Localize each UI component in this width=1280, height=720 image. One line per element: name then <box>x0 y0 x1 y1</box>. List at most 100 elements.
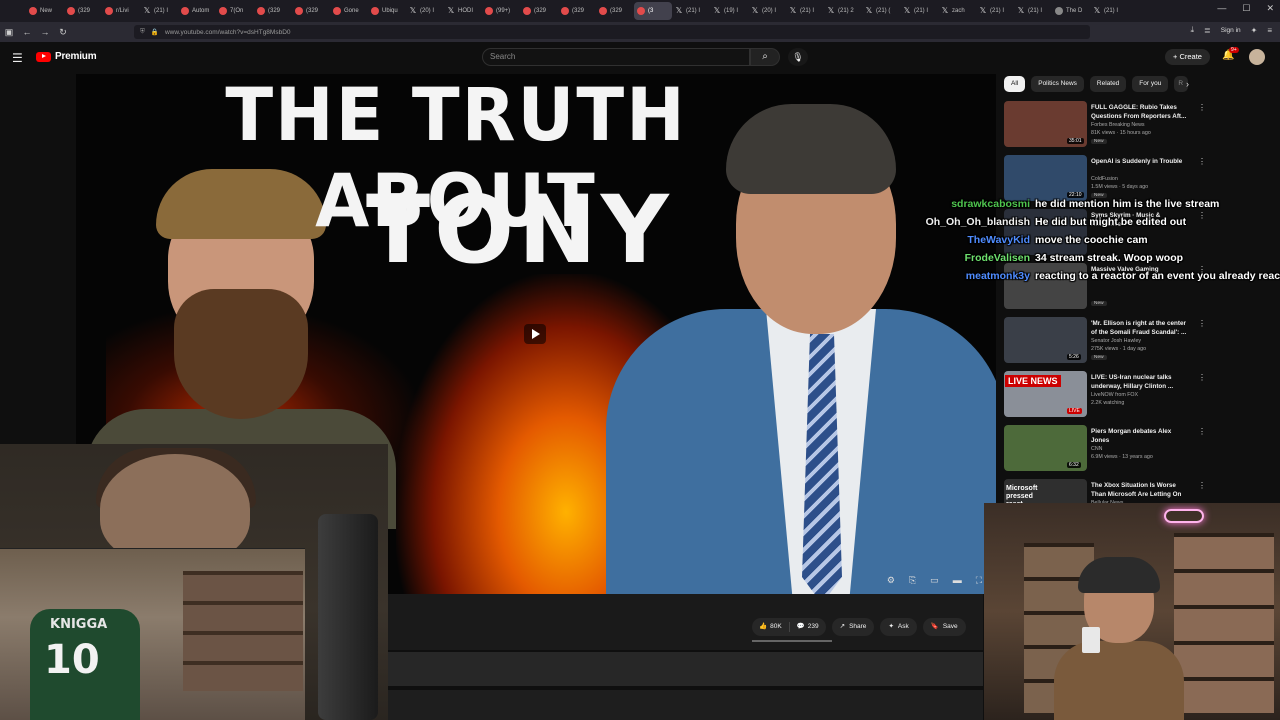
reddit-icon <box>29 7 37 15</box>
video-title[interactable]: Piers Morgan debates Alex Jones <box>1091 427 1191 445</box>
browser-tab[interactable]: 𝕏 (21) I <box>900 2 938 20</box>
video-title[interactable]: OpenAI is Suddenly in Trouble <box>1091 157 1191 166</box>
extension-icon[interactable]: ✦ <box>1251 26 1258 35</box>
more-options-icon[interactable]: ⋮ <box>1198 103 1206 112</box>
video-title[interactable]: FULL GAGGLE: Rubio Takes Questions From … <box>1091 103 1191 121</box>
close-window-icon[interactable]: ✕ <box>1266 3 1274 14</box>
create-button[interactable]: + Create <box>1165 49 1210 65</box>
browser-tab[interactable]: Ubiqu <box>368 2 406 20</box>
like-button[interactable]: 👍 80K <box>752 618 789 636</box>
more-options-icon[interactable]: ⋮ <box>1198 157 1206 166</box>
tab-label: 7(On <box>230 8 244 14</box>
recommendation-item[interactable]: 35:01 FULL GAGGLE: Rubio Takes Questions … <box>1004 100 1214 153</box>
browser-tab[interactable]: (329 <box>520 2 558 20</box>
more-options-icon[interactable]: ⋮ <box>1198 481 1206 490</box>
chip-politics-news[interactable]: Politics News <box>1031 76 1084 92</box>
menu-icon[interactable]: ≡ <box>1267 26 1272 35</box>
download-icon[interactable]: ⤓ <box>1191 25 1195 35</box>
more-options-icon[interactable]: ⋮ <box>1198 319 1206 328</box>
share-button[interactable]: ↗ Share <box>831 618 875 636</box>
browser-tab[interactable]: 𝕏 (20) I <box>406 2 444 20</box>
browser-tab[interactable]: Autom <box>178 2 216 20</box>
play-button-icon[interactable] <box>524 324 546 344</box>
browser-tab[interactable]: (3 <box>634 2 672 20</box>
browser-tab[interactable]: 𝕏 (21) ( <box>862 2 900 20</box>
browser-tab[interactable]: 𝕏 (19) I <box>710 2 748 20</box>
browser-tab[interactable]: The D <box>1052 2 1090 20</box>
miniplayer-icon[interactable]: ▭ <box>930 575 939 586</box>
tab-label: r/Livi <box>116 8 129 14</box>
theater-mode-icon[interactable]: ▬ <box>953 575 962 586</box>
chip-all[interactable]: All <box>1004 76 1026 92</box>
back-arrow-icon[interactable]: ← <box>18 27 36 37</box>
voice-search-button[interactable]: 🎙 <box>788 48 808 66</box>
sign-in-button[interactable]: Sign in <box>1221 27 1241 34</box>
comments-button[interactable]: 💬 239 <box>790 618 826 636</box>
comment-count: 239 <box>807 623 819 630</box>
browser-tab[interactable]: 𝕏 (21) I <box>786 2 824 20</box>
chevron-right-icon[interactable]: › <box>1186 79 1189 89</box>
chip-for-you[interactable]: For you <box>1132 76 1169 92</box>
channel-name[interactable]: Senator Josh Hawley <box>1091 338 1191 344</box>
comments-panel <box>388 690 983 720</box>
reload-icon[interactable]: ↻ <box>54 27 72 38</box>
forward-arrow-icon[interactable]: → <box>36 27 54 37</box>
minimize-icon[interactable]: — <box>1217 3 1226 14</box>
recommendation-item[interactable]: 6:32 Piers Morgan debates Alex Jones CNN 6.… <box>1004 424 1214 477</box>
browser-tab[interactable]: 7(On <box>216 2 254 20</box>
search-button[interactable]: ⌕ <box>750 48 780 66</box>
channel-name[interactable]: Forbes Breaking News <box>1091 122 1191 128</box>
tab-label: (21) ( <box>876 8 891 14</box>
fullscreen-icon[interactable]: ⛶ <box>976 575 982 586</box>
browser-tab[interactable]: 𝕏zach <box>938 2 976 20</box>
browser-tab[interactable]: r/Livi <box>102 2 140 20</box>
browser-tab[interactable]: 𝕏 (21) I <box>976 2 1014 20</box>
url-text: www.youtube.com/watch?v=dsHTg8MsbD0 <box>164 28 291 36</box>
video-title[interactable]: 'Mr. Ellison is right at the center of t… <box>1091 319 1191 337</box>
chip-related[interactable]: Related <box>1089 76 1127 92</box>
video-meta: 6.9M views · 13 years ago <box>1091 454 1153 460</box>
browser-tab[interactable]: (99+) <box>482 2 520 20</box>
browser-tab[interactable]: 𝕏 (21) 2 <box>824 2 862 20</box>
browser-tab[interactable]: New <box>26 2 64 20</box>
browser-tab[interactable]: 𝕏 (21) I <box>140 2 178 20</box>
ask-label: Ask <box>897 623 909 630</box>
browser-tab[interactable]: (329 <box>292 2 330 20</box>
recommendation-item[interactable]: 5:26 'Mr. Ellison is right at the center … <box>1004 316 1214 369</box>
browser-tab[interactable]: Gone <box>330 2 368 20</box>
settings-gear-icon[interactable]: ⚙ <box>887 575 895 586</box>
browser-tab[interactable]: 𝕏 (21) I <box>672 2 710 20</box>
shield-icon: ⛨ <box>140 28 145 35</box>
sidebar-toggle-icon[interactable]: ▣ <box>0 27 18 38</box>
browser-tab[interactable]: (329 <box>254 2 292 20</box>
channel-name[interactable]: ColdFusion <box>1091 176 1191 182</box>
maximize-icon[interactable]: ☐ <box>1242 3 1250 14</box>
share-label: Share <box>849 623 867 630</box>
browser-tab[interactable]: (329 <box>596 2 634 20</box>
browser-tab[interactable]: (329 <box>558 2 596 20</box>
youtube-premium-logo[interactable]: Premium <box>36 51 97 62</box>
more-options-icon[interactable]: ⋮ <box>1198 427 1206 436</box>
search-input[interactable]: Search <box>482 48 750 66</box>
save-button[interactable]: 🔖 Save <box>922 618 966 636</box>
more-options-icon[interactable]: ⋮ <box>1198 373 1206 382</box>
video-meta: 1.5M views · 5 days ago <box>1091 184 1149 190</box>
thumbnail-title-line2: TONY <box>366 176 673 285</box>
library-icon[interactable]: ≣ <box>1204 26 1211 35</box>
video-title[interactable]: LIVE: US-Iran nuclear talks underway, Hi… <box>1091 373 1191 391</box>
browser-tab[interactable]: 𝕏 HODI <box>444 2 482 20</box>
browser-tab[interactable]: 𝕏 (20) I <box>748 2 786 20</box>
browser-tab[interactable]: (329 <box>64 2 102 20</box>
browser-tab[interactable]: 𝕏 (21) I <box>1014 2 1052 20</box>
channel-name[interactable]: CNN <box>1091 446 1191 452</box>
hamburger-menu-icon[interactable]: ☰ <box>12 51 23 65</box>
description-panel[interactable] <box>388 652 983 686</box>
recommendation-item[interactable]: LIVE NEWS LIVE LIVE: US-Iran nuclear talks… <box>1004 370 1214 423</box>
account-avatar[interactable] <box>1249 49 1265 65</box>
browser-tab[interactable]: 𝕏 (21) I <box>1090 2 1128 20</box>
captions-icon[interactable]: ⎘ <box>909 575 916 586</box>
channel-name[interactable]: LiveNOW from FOX <box>1091 392 1191 398</box>
video-title[interactable]: The Xbox Situation Is Worse Than Microso… <box>1091 481 1191 499</box>
address-bar[interactable]: ⛨ 🔒 www.youtube.com/watch?v=dsHTg8MsbD0 <box>134 25 1090 39</box>
ask-button[interactable]: ✦ Ask <box>880 618 917 636</box>
